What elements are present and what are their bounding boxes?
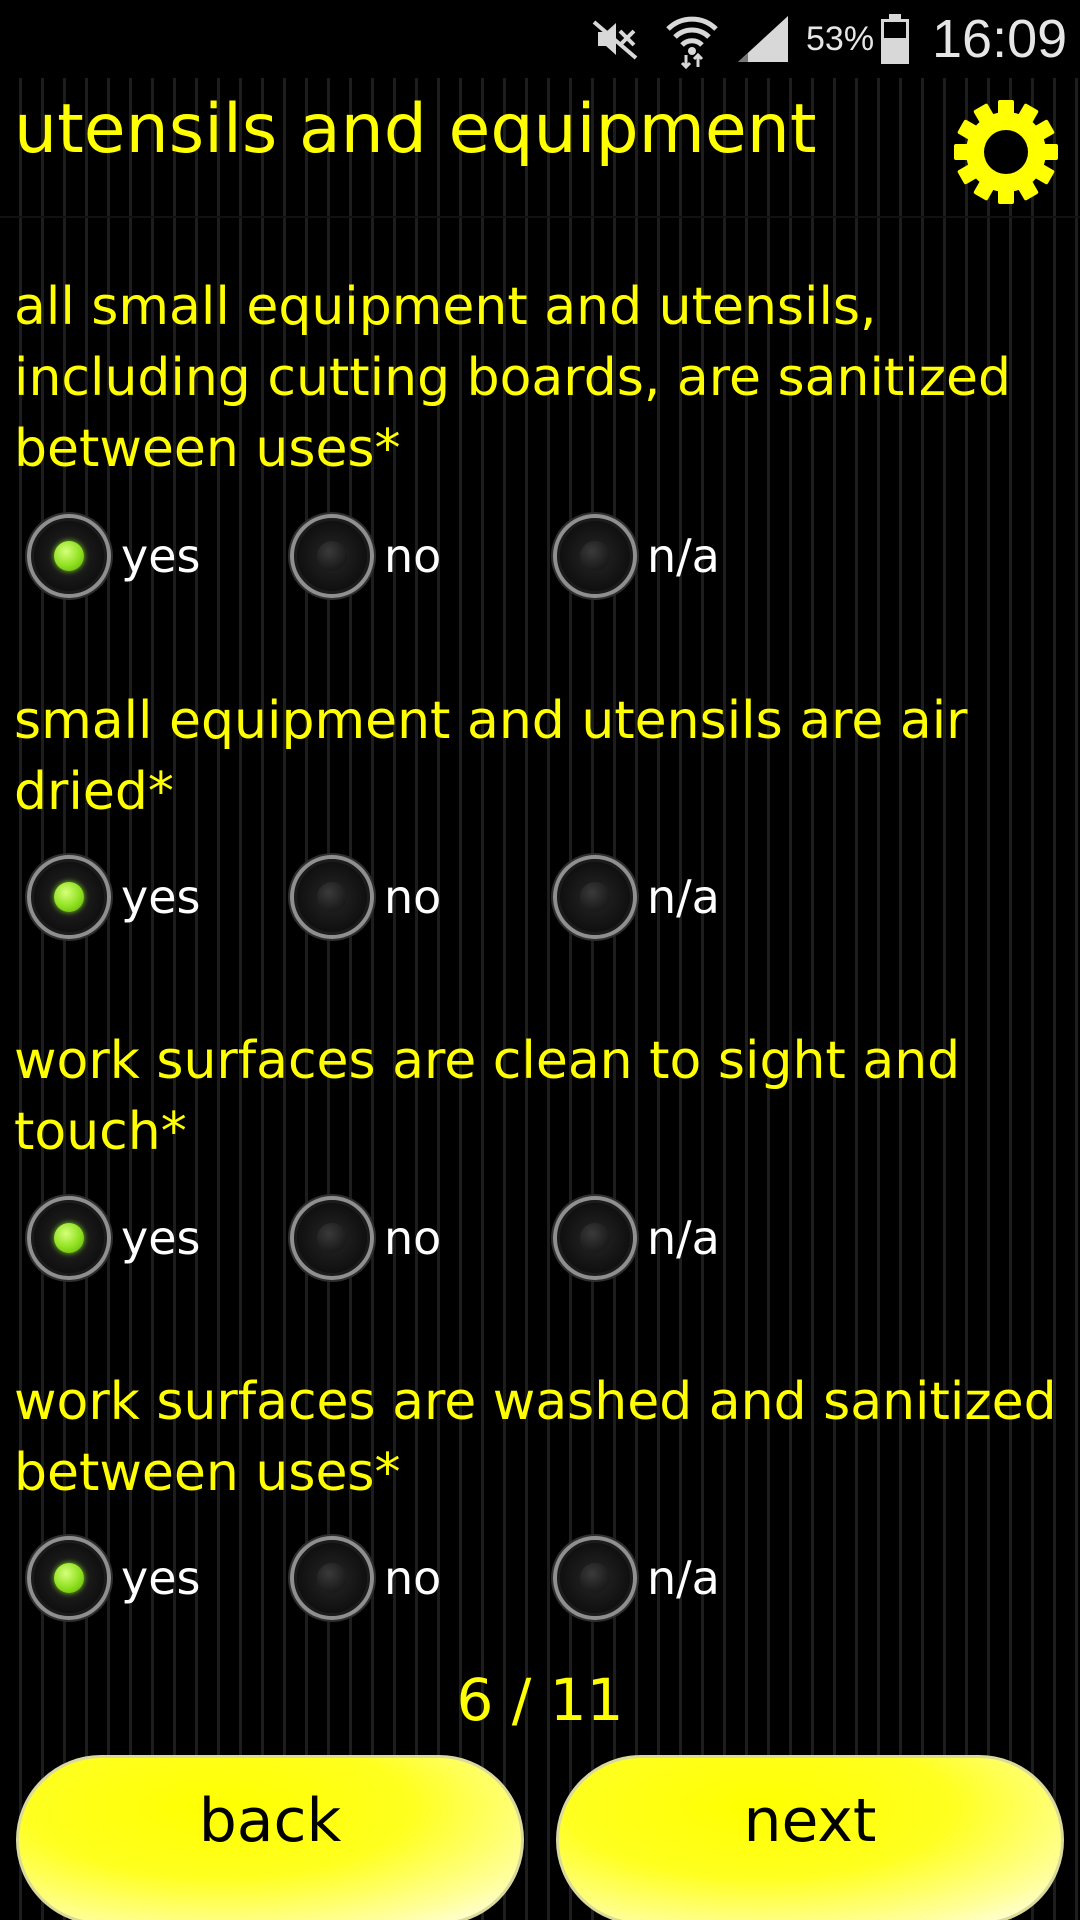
radio-label: yes [121,529,201,583]
radio-option-na[interactable]: n/a [548,510,720,602]
radio-label: no [384,1211,442,1265]
radio-button[interactable] [27,514,111,598]
mute-icon [590,0,640,78]
radio-button[interactable] [553,1536,637,1620]
radio-button[interactable] [27,1536,111,1620]
signal-icon [736,0,790,78]
radio-button[interactable] [553,1196,637,1280]
clock: 16:09 [932,9,1068,69]
radio-label: n/a [647,529,720,583]
radio-option-na[interactable]: n/a [548,1192,720,1284]
battery-percent: 53% [806,19,875,58]
radio-button[interactable] [553,855,637,939]
radio-label: yes [121,1551,201,1605]
radio-option-yes[interactable]: yes [22,851,201,943]
radio-label: n/a [647,1551,720,1605]
question-text: work surfaces are washed and sanitized b… [14,1372,1057,1503]
question-text: work surfaces are clean to sight and tou… [14,1031,961,1162]
radio-label: no [384,870,442,924]
radio-label: yes [121,870,201,924]
settings-button[interactable] [950,96,1062,208]
radio-button[interactable] [553,514,637,598]
radio-button[interactable] [27,855,111,939]
radio-button[interactable] [290,1536,374,1620]
wifi-icon [664,0,720,78]
radio-option-yes[interactable]: yes [22,1532,201,1624]
radio-label: n/a [647,870,720,924]
radio-option-yes[interactable]: yes [22,510,201,602]
question-text: all small equipment and utensils, includ… [14,277,1012,479]
radio-option-na[interactable]: n/a [548,851,720,943]
radio-option-no[interactable]: no [285,510,441,602]
radio-option-no[interactable]: no [285,1192,441,1284]
radio-label: yes [121,1211,201,1265]
gear-icon [954,100,1058,204]
title-divider [0,216,1080,218]
radio-option-yes[interactable]: yes [22,1192,201,1284]
radio-button[interactable] [27,1196,111,1280]
radio-button[interactable] [290,514,374,598]
radio-label: no [384,529,442,583]
page-indicator: 6 / 11 [456,1666,624,1734]
page-title: utensils and equipment [14,90,817,169]
status-bar: 53% 16:09 [0,0,1080,78]
question-text: small equipment and utensils are air dri… [14,691,968,822]
radio-button[interactable] [290,1196,374,1280]
battery-icon [880,0,910,78]
radio-label: no [384,1551,442,1605]
radio-option-no[interactable]: no [285,851,441,943]
radio-button[interactable] [290,855,374,939]
radio-option-no[interactable]: no [285,1532,441,1624]
radio-option-na[interactable]: n/a [548,1532,720,1624]
back-button[interactable]: back [16,1755,524,1920]
radio-label: n/a [647,1211,720,1265]
next-button[interactable]: next [556,1755,1064,1920]
